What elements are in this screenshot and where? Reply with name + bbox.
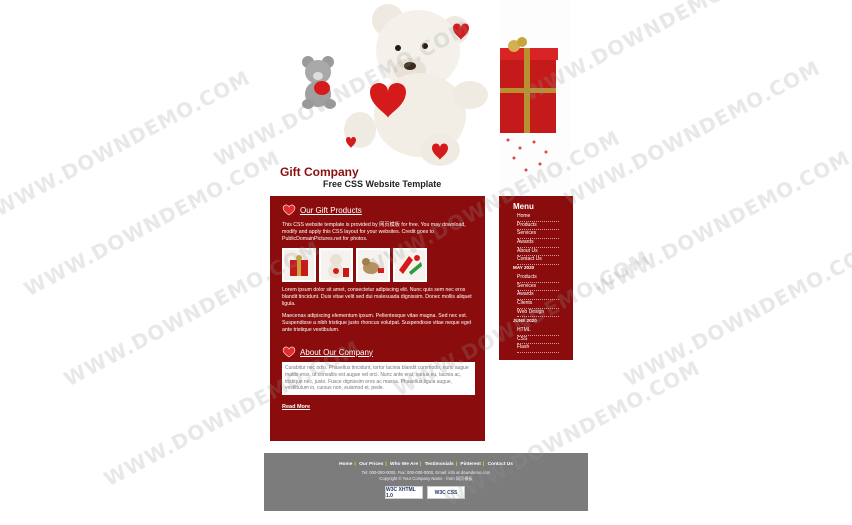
products-heading-text[interactable]: Our Gift Products — [300, 206, 362, 215]
june-item-flash[interactable]: Flash — [517, 344, 559, 354]
may-item-services[interactable]: Services — [517, 283, 559, 292]
month-heading-june: JUNE 2020 — [513, 318, 537, 323]
products-heading: Our Gift Products — [282, 204, 475, 216]
may-item-products[interactable]: Products — [517, 274, 559, 283]
css-badge[interactable]: W3C CSS — [427, 486, 465, 499]
product-thumb[interactable] — [319, 248, 353, 282]
menu-title: Menu — [513, 202, 534, 211]
footer-link-pinterest[interactable]: Pinterest — [460, 462, 481, 467]
watermark: WWW.DOWNDEMO.COM — [0, 65, 255, 222]
lorem-paragraph: Lorem ipsum dolor sit amet, consectetur … — [282, 287, 472, 307]
menu-item-products[interactable]: Products — [517, 222, 559, 231]
watermark: WWW.DOWNDEMO.COM — [620, 235, 852, 392]
june-item-css[interactable]: CSS — [517, 336, 559, 345]
xhtml-badge[interactable]: W3C XHTML 1.0 — [385, 486, 423, 499]
product-thumb[interactable] — [282, 248, 316, 282]
month-heading-may: MAY 2020 — [513, 265, 535, 270]
menu-item-awards[interactable]: Awards — [517, 239, 559, 248]
watermark: WWW.DOWNDEMO.COM — [20, 145, 285, 302]
about-text-box: Curabitur nec odio. Phasellus tincidunt,… — [282, 362, 475, 396]
about-heading: About Our Company — [282, 346, 475, 358]
footer-info: Tel: 000-000-0000, Fax: 000-000-0000, Em… — [264, 470, 588, 482]
may-item-awards[interactable]: Awards — [517, 291, 559, 301]
footer-link-prices[interactable]: Our Prices — [359, 462, 383, 467]
about-heading-text[interactable]: About Our Company — [300, 348, 373, 357]
menu-item-services[interactable]: Services — [517, 230, 559, 240]
read-more-link[interactable]: Read More — [282, 404, 310, 410]
teddy-image — [321, 250, 351, 280]
june-list: HTML CSS Flash — [517, 327, 559, 354]
watermark: WWW.DOWNDEMO.COM — [590, 145, 852, 302]
may-item-web-design[interactable]: Web Design — [517, 309, 559, 318]
teddy-bear-image — [302, 4, 488, 166]
main-menu-list: Home Products Services Awards About Us C… — [517, 213, 559, 266]
product-thumb[interactable] — [356, 248, 390, 282]
heart-icon — [282, 346, 296, 358]
footer-nav: Home | Our Prices | Who We Are | Testimonia… — [339, 462, 513, 467]
site-tagline: Free CSS Website Template — [323, 179, 442, 189]
ribbon-image — [395, 250, 425, 280]
menu-item-contact[interactable]: Contact Us — [517, 256, 559, 266]
menu-item-about[interactable]: About Us — [517, 248, 559, 257]
header-banner — [270, 0, 500, 192]
may-list: Products Services Awards Clients Web Des… — [517, 274, 559, 318]
gift-box-svg — [500, 37, 558, 172]
gift-image — [284, 250, 314, 280]
footer-link-contact[interactable]: Contact Us — [488, 462, 513, 467]
footer-link-testimonials[interactable]: Testimonials — [425, 462, 454, 467]
footer-link-who[interactable]: Who We Are — [390, 462, 418, 467]
heart-icon — [282, 204, 296, 216]
maecenas-paragraph: Maecenas adipiscing elementum ipsum. Pel… — [282, 313, 472, 333]
company-name: Gift Company — [280, 165, 359, 179]
footer-link-home[interactable]: Home — [339, 462, 352, 467]
product-thumb[interactable] — [393, 248, 427, 282]
june-item-html[interactable]: HTML — [517, 327, 559, 336]
gift-box-image — [500, 0, 570, 192]
dog-toy-image — [358, 250, 388, 280]
watermark: WWW.DOWNDEMO.COM — [560, 55, 825, 212]
footer: Home | Our Prices | Who We Are | Testimonia… — [264, 453, 588, 511]
intro-text: This CSS website template is provided by… — [282, 222, 466, 242]
footer-copyright: Copyright © Your Company Name · from 网页模… — [379, 476, 473, 481]
product-thumbnails — [282, 248, 475, 282]
menu-item-home[interactable]: Home — [517, 213, 559, 222]
sidebar-menu: Menu Home Products Services Awards About… — [499, 196, 573, 360]
main-content: Our Gift Products This CSS website templ… — [270, 196, 485, 441]
may-item-clients[interactable]: Clients — [517, 300, 559, 309]
